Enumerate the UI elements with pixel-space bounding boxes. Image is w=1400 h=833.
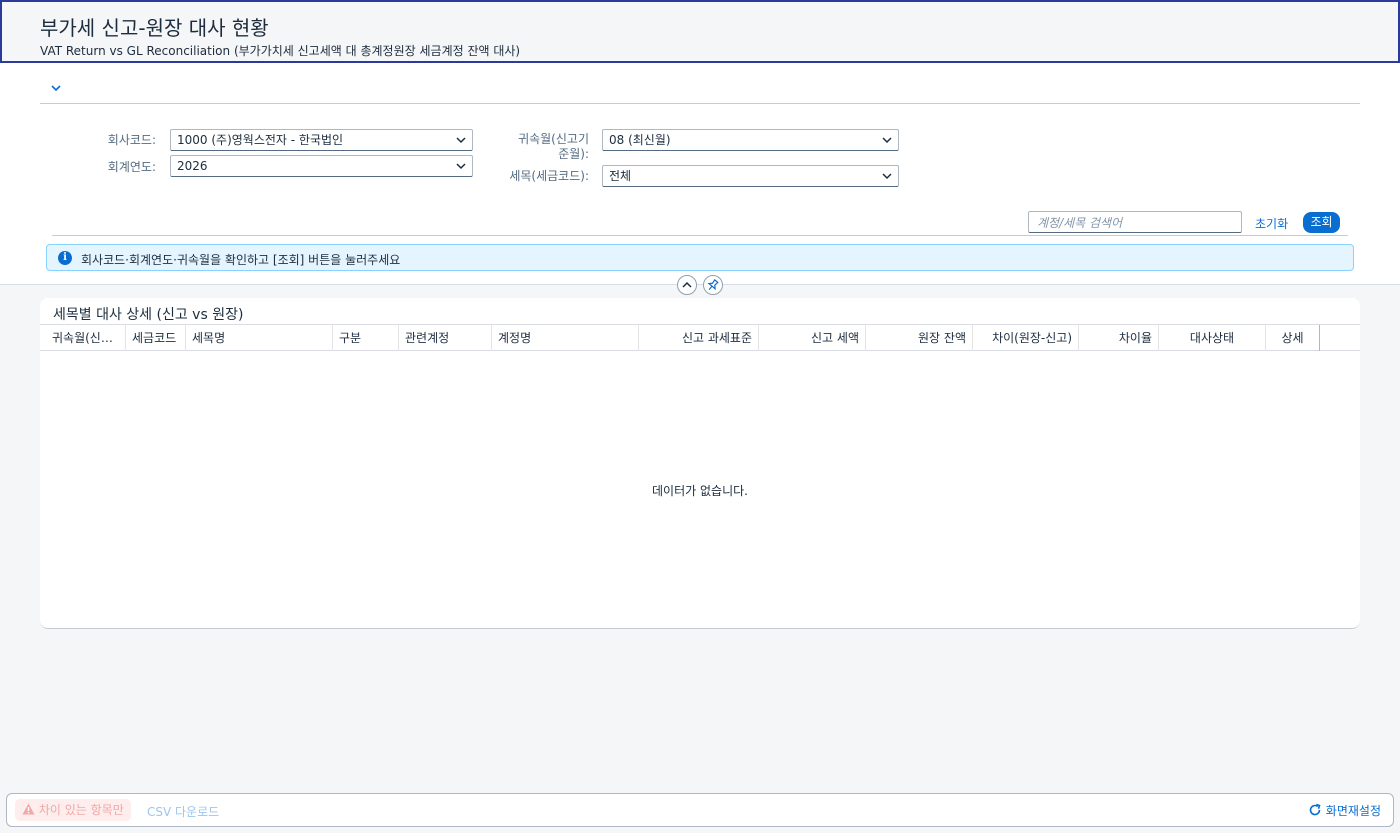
chevron-down-icon <box>456 130 466 157</box>
company-code-value: 1000 (주)영웍스전자 - 한국법인 <box>177 133 344 147</box>
column-header-tax-base[interactable]: 신고 과세표준 <box>639 325 759 351</box>
column-header-category[interactable]: 구분 <box>333 325 399 351</box>
go-button[interactable]: 조회 <box>1303 212 1340 233</box>
company-code-label: 회사코드: <box>107 133 156 147</box>
search-input[interactable] <box>1029 213 1241 233</box>
chevron-down-icon <box>882 166 892 193</box>
reset-button[interactable]: 초기화 <box>1255 215 1288 232</box>
table-title: 세목별 대사 상세 (신고 vs 원장) <box>53 307 244 323</box>
column-header-tax-code[interactable]: 세금코드 <box>126 325 186 351</box>
pin-icon <box>707 278 719 291</box>
column-header-account-name[interactable]: 계정명 <box>492 325 639 351</box>
chevron-down-icon <box>456 156 466 183</box>
info-message-text: 회사코드·회계연도·귀속월을 확인하고 [조회] 버튼을 눌러주세요 <box>81 253 401 267</box>
column-header-difference[interactable]: 차이(원장-신고) <box>973 325 1079 351</box>
column-header-period[interactable]: 귀속월(신고기준월) <box>46 325 126 351</box>
period-select[interactable]: 08 (최신월) <box>602 129 899 151</box>
tax-item-select[interactable]: 전체 <box>602 165 899 187</box>
company-code-select[interactable]: 1000 (주)영웍스전자 - 한국법인 <box>170 129 473 151</box>
fiscal-year-value: 2026 <box>177 159 208 173</box>
column-header-gl-balance[interactable]: 원장 잔액 <box>866 325 973 351</box>
tax-item-label: 세목(세금코드): <box>509 169 589 183</box>
chevron-up-icon <box>682 281 692 288</box>
page-title: 부가세 신고-원장 대사 현황 <box>40 16 269 40</box>
period-value: 08 (최신월) <box>609 133 671 147</box>
column-header-related-account[interactable]: 관련계정 <box>399 325 492 351</box>
refresh-icon <box>1309 803 1321 816</box>
page-header: 부가세 신고-원장 대사 현황 VAT Return vs GL Reconci… <box>0 0 1400 63</box>
tax-item-value: 전체 <box>609 169 632 183</box>
info-message-strip: i 회사코드·회계연도·귀속월을 확인하고 [조회] 버튼을 눌러주세요 <box>46 244 1354 271</box>
column-header-difference-rate[interactable]: 차이율 <box>1079 325 1159 351</box>
column-header-status[interactable]: 대사상태 <box>1159 325 1266 351</box>
table-header: 귀속월(신고기준월) 세금코드 세목명 구분 관련계정 계정명 신고 과세표준 … <box>40 324 1360 351</box>
page-subtitle: VAT Return vs GL Reconciliation (부가가치세 신… <box>40 44 521 58</box>
footer-toolbar: 차이 있는 항목만 CSV 다운로드 화면재설정 <box>6 793 1394 827</box>
fiscal-year-select[interactable]: 2026 <box>170 155 473 177</box>
header-collapse-chevron-down-icon[interactable] <box>48 80 64 96</box>
filter-divider <box>52 235 1348 236</box>
warning-icon <box>22 803 35 815</box>
collapse-header-button[interactable] <box>677 275 697 295</box>
header-divider <box>40 103 1360 104</box>
column-header-detail[interactable]: 상세 <box>1266 325 1320 351</box>
csv-download-button[interactable]: CSV 다운로드 <box>147 803 219 820</box>
column-header-tax-name[interactable]: 세목명 <box>186 325 333 351</box>
chevron-down-icon <box>882 130 892 157</box>
reconciliation-table-card: 세목별 대사 상세 (신고 vs 원장) 귀속월(신고기준월) 세금코드 세목명… <box>40 298 1360 629</box>
period-label-line2: 준월): <box>558 147 589 161</box>
column-header-return-tax[interactable]: 신고 세액 <box>759 325 866 351</box>
diff-only-label: 차이 있는 항목만 <box>38 803 124 817</box>
info-icon: i <box>58 251 72 265</box>
diff-only-toggle-button[interactable]: 차이 있는 항목만 <box>15 799 131 821</box>
pin-header-button[interactable] <box>703 275 723 295</box>
reset-view-label: 화면재설정 <box>1325 804 1381 818</box>
fiscal-year-label: 회계연도: <box>107 160 156 174</box>
period-label-line1: 귀속월(신고기 <box>518 132 589 146</box>
no-data-text: 데이터가 없습니다. <box>652 484 748 498</box>
reset-view-button[interactable]: 화면재설정 <box>1308 802 1381 819</box>
period-label: 귀속월(신고기 준월): <box>490 132 589 162</box>
search-field[interactable] <box>1028 211 1242 233</box>
